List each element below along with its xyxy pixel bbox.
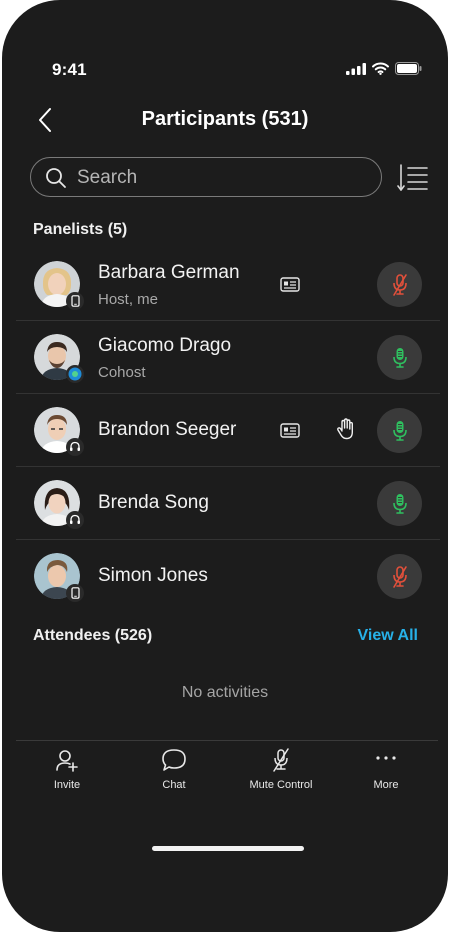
mic-on-button[interactable] bbox=[377, 335, 422, 380]
avatar bbox=[34, 407, 84, 456]
search-icon bbox=[46, 168, 66, 188]
header: Participants (531) bbox=[2, 102, 448, 138]
tab-label: Mute Control bbox=[249, 779, 313, 791]
status-bar: 9:41 bbox=[2, 60, 448, 82]
wifi-icon bbox=[372, 62, 389, 75]
participant-name: Simon Jones bbox=[98, 565, 208, 586]
headset-icon bbox=[66, 438, 84, 456]
home-indicator[interactable] bbox=[152, 846, 304, 851]
more-dots-icon bbox=[376, 756, 396, 760]
tab-label: Invite bbox=[53, 779, 81, 791]
search-box[interactable] bbox=[30, 157, 382, 197]
mic-on-button[interactable] bbox=[377, 481, 422, 526]
webex-app-icon bbox=[66, 365, 84, 383]
phone-screen: 9:41 Participants (531) Search Panelists… bbox=[2, 0, 448, 932]
avatar bbox=[34, 334, 84, 383]
status-time: 9:41 bbox=[52, 60, 87, 79]
invite-button[interactable]: Invite bbox=[12, 748, 122, 791]
panelists-list: Barbara German Host, me Giacomo Drago Co… bbox=[16, 248, 440, 612]
mic-off-icon bbox=[392, 565, 407, 588]
bottom-toolbar: Invite Chat Mute Control More bbox=[2, 748, 448, 794]
mic-on-icon bbox=[392, 420, 407, 441]
raised-hand-icon bbox=[337, 418, 353, 440]
mic-muted-button[interactable] bbox=[377, 554, 422, 599]
tab-label: More bbox=[373, 779, 399, 791]
participant-role: Host, me bbox=[98, 291, 159, 308]
participant-role: Cohost bbox=[98, 364, 146, 381]
participant-name: Barbara German bbox=[98, 262, 240, 283]
participant-name: Brenda Song bbox=[98, 492, 209, 513]
phone-icon bbox=[66, 584, 84, 602]
tabbar-divider bbox=[16, 740, 438, 741]
mic-on-icon bbox=[392, 493, 407, 514]
attendees-heading: Attendees (526) bbox=[33, 627, 153, 644]
sort-list-icon[interactable] bbox=[397, 163, 429, 193]
phone-icon bbox=[66, 292, 84, 310]
add-person-icon bbox=[56, 750, 78, 772]
participant-row[interactable]: Brenda Song bbox=[16, 467, 440, 540]
mic-on-button[interactable] bbox=[377, 408, 422, 453]
search-input[interactable] bbox=[75, 164, 369, 192]
mute-control-button[interactable]: Mute Control bbox=[226, 748, 336, 791]
mic-off-icon bbox=[273, 748, 289, 772]
chat-button[interactable]: Chat bbox=[119, 748, 229, 791]
page-title: Participants (531) bbox=[141, 108, 309, 130]
empty-state-text: No activities bbox=[181, 684, 269, 701]
avatar bbox=[34, 553, 84, 602]
participant-row[interactable]: Simon Jones bbox=[16, 540, 440, 612]
mic-off-icon bbox=[392, 273, 407, 296]
participant-row[interactable]: Brandon Seeger bbox=[16, 394, 440, 467]
battery-icon bbox=[395, 62, 422, 75]
participant-name: Giacomo Drago bbox=[98, 335, 232, 356]
id-card-icon bbox=[280, 277, 300, 292]
tab-label: Chat bbox=[162, 779, 186, 791]
avatar bbox=[34, 261, 84, 310]
chat-bubble-icon bbox=[162, 749, 186, 771]
more-button[interactable]: More bbox=[331, 748, 441, 791]
participant-name: Brandon Seeger bbox=[98, 419, 237, 440]
headset-icon bbox=[66, 511, 84, 529]
panelists-heading: Panelists (5) bbox=[33, 221, 128, 238]
mic-muted-button[interactable] bbox=[377, 262, 422, 307]
id-card-icon bbox=[280, 423, 300, 438]
signal-icon bbox=[346, 62, 366, 75]
status-icons bbox=[346, 62, 422, 75]
view-all-link[interactable]: View All bbox=[358, 627, 418, 645]
participant-row[interactable]: Giacomo Drago Cohost bbox=[16, 321, 440, 394]
avatar bbox=[34, 480, 84, 529]
mic-on-icon bbox=[392, 347, 407, 368]
participant-row[interactable]: Barbara German Host, me bbox=[16, 248, 440, 321]
